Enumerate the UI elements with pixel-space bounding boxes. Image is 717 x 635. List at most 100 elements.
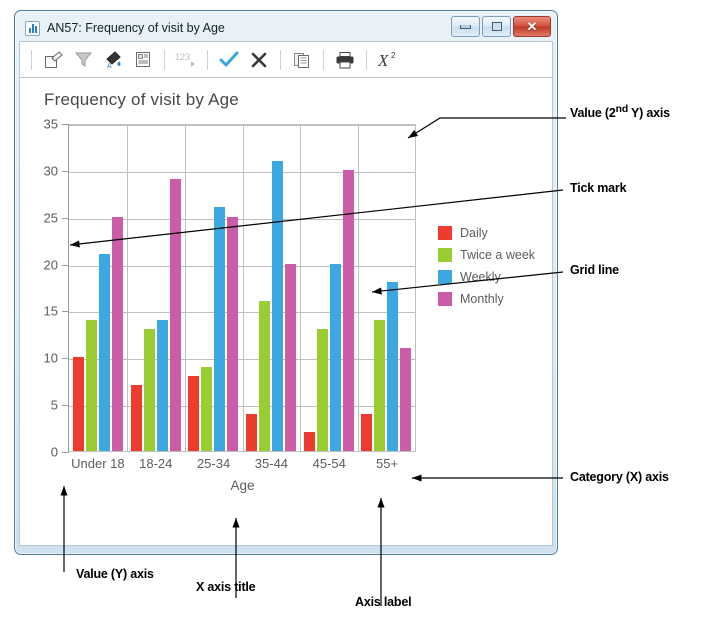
bar[interactable] <box>72 357 84 451</box>
bar[interactable] <box>374 319 386 451</box>
x-axis-category-label: Under 18 <box>71 456 125 471</box>
application-window: AN57: Frequency of visit by Age ✕ A 123 … <box>14 10 558 555</box>
y-axis-tick-label: 30 <box>43 163 58 179</box>
bar[interactable] <box>316 329 328 451</box>
bar[interactable] <box>227 216 239 451</box>
bar[interactable] <box>284 263 296 451</box>
bar[interactable] <box>98 254 110 451</box>
x-axis-category-label: 35-44 <box>254 456 289 471</box>
svg-text:A: A <box>107 63 112 69</box>
window-title: AN57: Frequency of visit by Age <box>47 21 225 35</box>
x-axis-category-label: 45-54 <box>312 456 346 471</box>
y-axis-tick-label: 15 <box>43 303 58 319</box>
x-axis-title: Age <box>230 478 255 493</box>
edit-icon[interactable] <box>39 47 67 73</box>
toolbar-separator <box>164 49 165 70</box>
legend-item[interactable]: Daily <box>438 223 535 242</box>
bar[interactable] <box>400 347 412 451</box>
legend-item[interactable]: Monthly <box>438 289 535 308</box>
bar[interactable] <box>258 301 270 451</box>
chart-legend: Daily Twice a week Weekly Monthly <box>438 223 535 311</box>
bar-group <box>357 125 415 451</box>
svg-text:2: 2 <box>391 51 396 60</box>
bar[interactable] <box>361 413 373 451</box>
legend-item[interactable]: Weekly <box>438 267 535 286</box>
maximize-button[interactable] <box>482 16 511 37</box>
bar[interactable] <box>342 169 354 451</box>
chi-square-icon[interactable]: X 2 <box>374 47 402 73</box>
bar[interactable] <box>271 160 283 451</box>
cancel-x-icon[interactable] <box>245 47 273 73</box>
chart-title: Frequency of visit by Age <box>44 90 239 109</box>
bar-group <box>300 125 358 451</box>
minimize-icon <box>460 24 471 29</box>
bar[interactable] <box>303 432 315 451</box>
confirm-check-icon[interactable] <box>215 47 243 73</box>
legend-color-swatch <box>438 291 452 306</box>
svg-text:X: X <box>377 51 389 69</box>
bar[interactable] <box>329 263 341 451</box>
legend-color-swatch <box>438 247 452 262</box>
maximize-icon <box>491 22 502 31</box>
bar[interactable] <box>85 319 97 451</box>
bar-group <box>69 125 127 451</box>
bar-series-container <box>69 125 415 451</box>
annotation-x-axis-title: X axis title <box>196 580 256 594</box>
y-axis-tick-label: 35 <box>43 116 58 132</box>
bar[interactable] <box>214 207 226 451</box>
svg-text:123: 123 <box>175 52 190 62</box>
fill-color-icon[interactable]: A <box>99 47 127 73</box>
report-icon[interactable] <box>129 47 157 73</box>
bar[interactable] <box>143 329 155 451</box>
annotation-grid-line: Grid line <box>570 263 619 277</box>
bar[interactable] <box>188 376 200 451</box>
bar-group <box>184 125 242 451</box>
toolbar-separator <box>280 49 281 70</box>
print-icon[interactable] <box>331 47 359 73</box>
annotation-axis-label: Axis label <box>355 595 412 609</box>
annotation-category-x-axis: Category (X) axis <box>570 470 669 484</box>
bar[interactable] <box>387 282 399 451</box>
bar[interactable] <box>169 179 181 451</box>
y-axis-tick-label: 20 <box>43 257 58 273</box>
filter-icon[interactable] <box>69 47 97 73</box>
legend-label: Daily <box>460 225 488 240</box>
plot-area <box>69 124 416 452</box>
toolbar-separator <box>207 49 208 70</box>
y-axis-tick-label: 25 <box>43 210 58 226</box>
bar-chart-icon <box>25 20 40 36</box>
window-controls: ✕ <box>451 16 551 37</box>
window-title-bar[interactable]: AN57: Frequency of visit by Age ✕ <box>19 15 553 41</box>
annotation-value-2nd-y-axis: Value (2nd Y) axis <box>570 104 670 120</box>
y-axis-tick-label: 0 <box>50 444 58 460</box>
bar[interactable] <box>156 319 168 451</box>
legend-color-swatch <box>438 269 452 284</box>
bar[interactable] <box>130 385 142 451</box>
annotation-tick-mark: Tick mark <box>570 181 627 195</box>
legend-label: Twice a week <box>460 247 536 262</box>
chart-canvas: Frequency of visit by Age 0 5 10 15 20 25 30 35… <box>19 77 553 546</box>
legend-label: Weekly <box>460 269 501 284</box>
close-button[interactable]: ✕ <box>513 16 551 37</box>
toolbar-separator <box>323 49 324 70</box>
annotation-label: Value (2nd Y) axis <box>570 104 670 121</box>
bar[interactable] <box>201 366 213 451</box>
bar[interactable] <box>111 216 123 451</box>
copy-icon[interactable] <box>288 47 316 73</box>
toolbar: A 123 X 2 <box>19 41 553 77</box>
annotation-value-y-axis: Value (Y) axis <box>76 567 154 581</box>
x-axis-category-label: 55+ <box>376 456 399 471</box>
screenshot-root: AN57: Frequency of visit by Age ✕ A 123 … <box>0 0 717 635</box>
close-icon: ✕ <box>526 19 538 34</box>
legend-item[interactable]: Twice a week <box>438 245 535 264</box>
number-format-icon: 123 <box>172 47 200 73</box>
bar-group <box>242 125 300 451</box>
bar[interactable] <box>245 413 257 451</box>
toolbar-separator <box>366 49 367 70</box>
y-axis-tick-label: 5 <box>50 397 58 413</box>
minimize-button[interactable] <box>451 16 480 37</box>
legend-label: Monthly <box>460 291 504 306</box>
legend-color-swatch <box>438 225 452 240</box>
x-axis-category-label: 18-24 <box>139 456 173 471</box>
bar-group <box>127 125 185 451</box>
